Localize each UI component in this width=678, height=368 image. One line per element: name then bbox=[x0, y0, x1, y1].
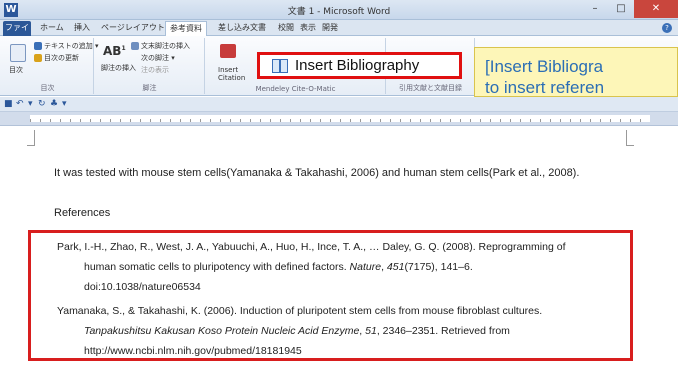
ruler-scale bbox=[30, 115, 650, 122]
toc-button-label[interactable]: 目次 bbox=[9, 65, 23, 75]
title-bar: W 文書 1 - Microsoft Word – □ ✕ bbox=[0, 0, 678, 20]
body-paragraph: It was tested with mouse stem cells(Yama… bbox=[54, 167, 580, 179]
tab-file[interactable]: ファイル bbox=[3, 21, 31, 46]
callout-line-2: to insert referen bbox=[485, 78, 605, 97]
footnotes-group-label: 脚注 bbox=[142, 84, 157, 92]
customize-qat-icon[interactable]: ▾ bbox=[62, 99, 67, 109]
instruction-callout: [Insert Bibliogra to insert referen bbox=[474, 47, 678, 97]
tab-view[interactable]: 表示 bbox=[300, 21, 316, 36]
ribbon-tab-bar: ファイル ホーム 挿入 ページレイアウト 参考資料 差し込み文書 校閲 表示 開… bbox=[0, 20, 678, 46]
update-toc-icon bbox=[34, 54, 42, 62]
bibliography-highlight-box: Park, I.-H., Zhao, R., West, J. A., Yabu… bbox=[28, 230, 633, 361]
reference-1-line-1: Park, I.-H., Zhao, R., West, J. A., Yabu… bbox=[57, 241, 566, 253]
insert-bibliography-label: Insert Bibliography bbox=[295, 57, 420, 74]
left-margin-marker bbox=[27, 130, 35, 146]
undo-icon[interactable]: ↶ bbox=[16, 99, 24, 109]
save-icon[interactable]: ■ bbox=[4, 99, 13, 109]
citations-group-label: 引用文献と文献目録 bbox=[399, 84, 462, 92]
ribbon-group-footnotes: AB1 脚注の挿入 文末脚注の挿入 次の脚注 ▾ 注の表示 脚注 bbox=[95, 38, 205, 94]
reference-2-line-3: http://www.ncbi.nlm.nih.gov/pubmed/18181… bbox=[84, 345, 302, 357]
reference-2-line-2: Tanpakushitsu Kakusan Koso Protein Nucle… bbox=[84, 325, 510, 337]
minimize-button[interactable]: – bbox=[582, 0, 608, 18]
right-margin-marker bbox=[626, 130, 634, 146]
document-page[interactable]: It was tested with mouse stem cells(Yama… bbox=[0, 127, 678, 368]
help-icon[interactable]: ? bbox=[662, 23, 672, 33]
redo-icon[interactable]: ↻ bbox=[38, 99, 46, 109]
reference-1-line-3: doi:10.1038/nature06534 bbox=[84, 281, 201, 293]
show-notes-button[interactable]: 注の表示 bbox=[141, 65, 169, 75]
tab-page-layout[interactable]: ページレイアウト bbox=[101, 21, 165, 36]
quick-access-toolbar: ■ ↶ ▾ ↻ ♣ ▾ bbox=[0, 97, 678, 112]
endnote-icon bbox=[131, 42, 139, 50]
ribbon-group-toc: 目次 テキストの追加 ▾ 目次の更新 目次 bbox=[2, 38, 99, 94]
tab-references[interactable]: 参考資料 bbox=[165, 21, 207, 36]
reference-2-line-1: Yamanaka, S., & Takahashi, K. (2006). In… bbox=[57, 305, 543, 317]
horizontal-ruler[interactable] bbox=[0, 112, 678, 126]
insert-footnote-icon[interactable]: AB1 bbox=[103, 44, 126, 58]
maximize-button[interactable]: □ bbox=[608, 0, 634, 18]
book-icon bbox=[272, 58, 289, 73]
dropdown-icon[interactable]: ▾ bbox=[28, 99, 33, 109]
reference-1-line-2: human somatic cells to pluripotency with… bbox=[84, 261, 473, 273]
update-toc-button[interactable]: 目次の更新 bbox=[44, 53, 79, 63]
tab-insert[interactable]: 挿入 bbox=[74, 21, 90, 36]
insert-footnote-button[interactable]: 脚注の挿入 bbox=[101, 63, 136, 73]
callout-line-1: [Insert Bibliogra bbox=[485, 57, 604, 76]
insert-citation-button[interactable]: Insert Citation bbox=[218, 66, 246, 82]
toc-group-label: 目次 bbox=[40, 84, 55, 92]
toc-icon[interactable] bbox=[10, 44, 26, 62]
format-painter-icon[interactable]: ♣ bbox=[50, 99, 58, 109]
tab-mailings[interactable]: 差し込み文書 bbox=[218, 21, 266, 36]
tab-home[interactable]: ホーム bbox=[40, 21, 64, 36]
add-text-button[interactable]: テキストの追加 ▾ bbox=[44, 41, 99, 51]
mendeley-group-label: Mendeley Cite-O-Matic bbox=[255, 85, 336, 93]
insert-bibliography-button[interactable]: Insert Bibliography bbox=[257, 52, 462, 79]
next-footnote-button[interactable]: 次の脚注 ▾ bbox=[141, 53, 175, 63]
references-heading: References bbox=[54, 207, 111, 219]
insert-citation-icon[interactable] bbox=[220, 44, 236, 58]
window-title: 文書 1 - Microsoft Word bbox=[287, 7, 391, 17]
tab-review[interactable]: 校閲 bbox=[278, 21, 294, 36]
close-button[interactable]: ✕ bbox=[634, 0, 678, 18]
window-controls: – □ ✕ bbox=[582, 0, 678, 18]
add-text-icon bbox=[34, 42, 42, 50]
insert-endnote-button[interactable]: 文末脚注の挿入 bbox=[141, 41, 190, 51]
tab-developer[interactable]: 開発 bbox=[322, 21, 338, 36]
